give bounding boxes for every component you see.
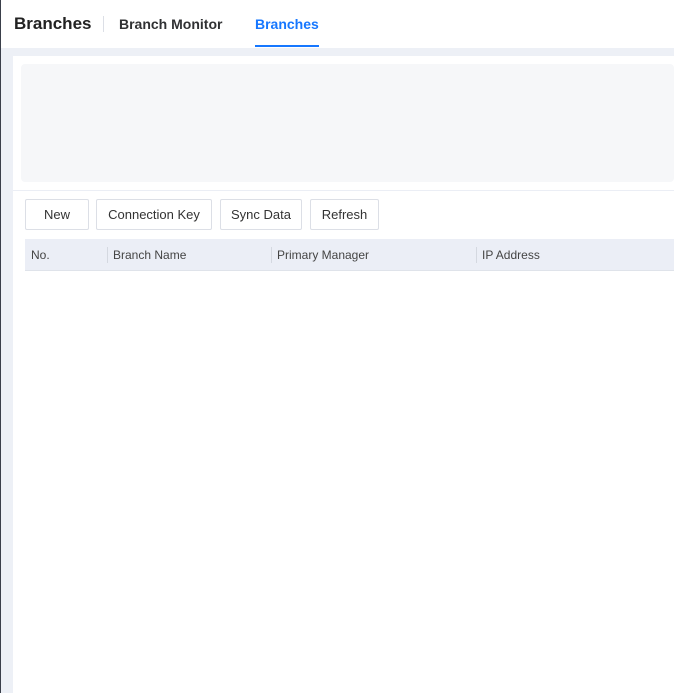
column-header-branch-name[interactable]: Branch Name	[113, 248, 186, 262]
divider	[13, 190, 674, 191]
table-header: No. Branch Name Primary Manager IP Addre…	[25, 239, 674, 271]
divider	[103, 16, 104, 32]
tab-branches[interactable]: Branches	[255, 16, 319, 32]
refresh-button[interactable]: Refresh	[310, 199, 379, 230]
column-header-ip-address[interactable]: IP Address	[482, 248, 540, 262]
sync-data-button[interactable]: Sync Data	[220, 199, 302, 230]
active-tab-indicator	[255, 45, 319, 47]
header: Branches Branch Monitor Branches	[1, 0, 674, 48]
column-resizer[interactable]	[107, 247, 108, 263]
new-button[interactable]: New	[25, 199, 89, 230]
tab-branch-monitor[interactable]: Branch Monitor	[119, 16, 222, 32]
window-edge	[0, 0, 1, 693]
column-header-no[interactable]: No.	[31, 248, 50, 262]
content-panel: New Connection Key Sync Data Refresh No.…	[13, 56, 674, 693]
column-resizer[interactable]	[271, 247, 272, 263]
filter-area	[21, 64, 674, 182]
column-header-primary-manager[interactable]: Primary Manager	[277, 248, 369, 262]
page-title: Branches	[14, 14, 92, 33]
connection-key-button[interactable]: Connection Key	[96, 199, 212, 230]
column-resizer[interactable]	[476, 247, 477, 263]
